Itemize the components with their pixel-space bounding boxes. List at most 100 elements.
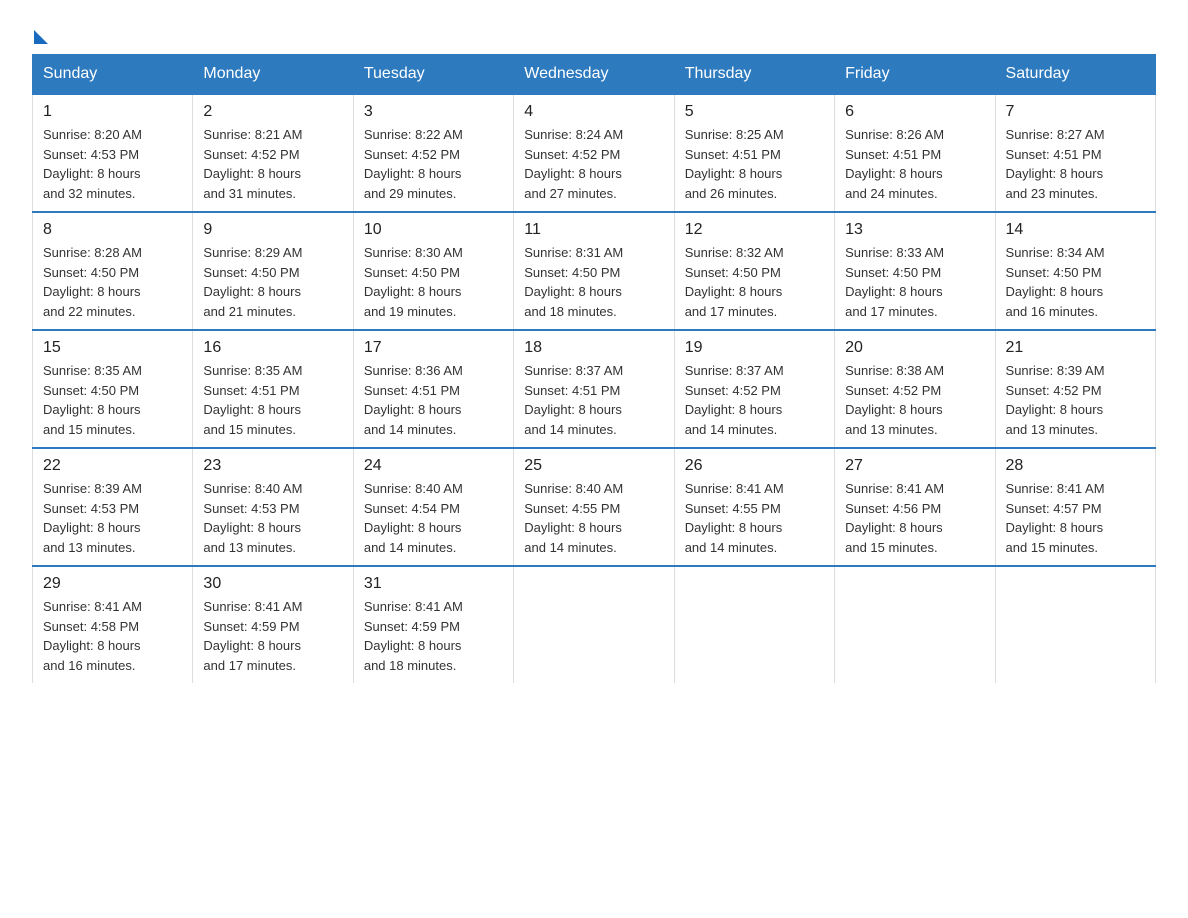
day-number: 5 xyxy=(685,103,824,121)
calendar-cell xyxy=(995,566,1155,683)
day-number: 29 xyxy=(43,575,182,593)
day-number: 24 xyxy=(364,457,503,475)
calendar-cell: 26 Sunrise: 8:41 AMSunset: 4:55 PMDayligh… xyxy=(674,448,834,566)
day-info: Sunrise: 8:20 AMSunset: 4:53 PMDaylight:… xyxy=(43,125,182,203)
calendar-cell: 18 Sunrise: 8:37 AMSunset: 4:51 PMDayligh… xyxy=(514,330,674,448)
day-info: Sunrise: 8:24 AMSunset: 4:52 PMDaylight:… xyxy=(524,125,663,203)
calendar-cell: 20 Sunrise: 8:38 AMSunset: 4:52 PMDayligh… xyxy=(835,330,995,448)
calendar-cell: 1 Sunrise: 8:20 AMSunset: 4:53 PMDaylight… xyxy=(33,94,193,212)
day-info: Sunrise: 8:39 AMSunset: 4:53 PMDaylight:… xyxy=(43,479,182,557)
day-number: 26 xyxy=(685,457,824,475)
day-number: 20 xyxy=(845,339,984,357)
day-number: 3 xyxy=(364,103,503,121)
day-info: Sunrise: 8:41 AMSunset: 4:57 PMDaylight:… xyxy=(1006,479,1145,557)
day-number: 14 xyxy=(1006,221,1145,239)
day-info: Sunrise: 8:36 AMSunset: 4:51 PMDaylight:… xyxy=(364,361,503,439)
day-info: Sunrise: 8:26 AMSunset: 4:51 PMDaylight:… xyxy=(845,125,984,203)
day-info: Sunrise: 8:31 AMSunset: 4:50 PMDaylight:… xyxy=(524,243,663,321)
day-number: 27 xyxy=(845,457,984,475)
day-info: Sunrise: 8:37 AMSunset: 4:51 PMDaylight:… xyxy=(524,361,663,439)
calendar-cell: 5 Sunrise: 8:25 AMSunset: 4:51 PMDaylight… xyxy=(674,94,834,212)
day-info: Sunrise: 8:41 AMSunset: 4:59 PMDaylight:… xyxy=(364,597,503,675)
day-info: Sunrise: 8:38 AMSunset: 4:52 PMDaylight:… xyxy=(845,361,984,439)
day-number: 16 xyxy=(203,339,342,357)
day-number: 13 xyxy=(845,221,984,239)
day-number: 25 xyxy=(524,457,663,475)
calendar-cell: 10 Sunrise: 8:30 AMSunset: 4:50 PMDayligh… xyxy=(353,212,513,330)
calendar-cell xyxy=(674,566,834,683)
day-number: 22 xyxy=(43,457,182,475)
day-number: 2 xyxy=(203,103,342,121)
day-number: 18 xyxy=(524,339,663,357)
calendar-cell: 27 Sunrise: 8:41 AMSunset: 4:56 PMDayligh… xyxy=(835,448,995,566)
calendar-cell xyxy=(514,566,674,683)
day-number: 8 xyxy=(43,221,182,239)
day-number: 1 xyxy=(43,103,182,121)
calendar-cell: 6Sunrise: 8:26 AMSunset: 4:51 PMDaylight… xyxy=(835,94,995,212)
day-info: Sunrise: 8:39 AMSunset: 4:52 PMDaylight:… xyxy=(1006,361,1145,439)
weekday-header-friday: Friday xyxy=(835,55,995,95)
logo-triangle-icon xyxy=(34,30,48,44)
day-info: Sunrise: 8:29 AMSunset: 4:50 PMDaylight:… xyxy=(203,243,342,321)
day-number: 31 xyxy=(364,575,503,593)
day-info: Sunrise: 8:41 AMSunset: 4:56 PMDaylight:… xyxy=(845,479,984,557)
calendar-cell: 23 Sunrise: 8:40 AMSunset: 4:53 PMDayligh… xyxy=(193,448,353,566)
calendar-week-row: 1 Sunrise: 8:20 AMSunset: 4:53 PMDaylight… xyxy=(33,94,1156,212)
calendar-table: SundayMondayTuesdayWednesdayThursdayFrid… xyxy=(32,54,1156,683)
page-header xyxy=(32,24,1156,44)
day-number: 21 xyxy=(1006,339,1145,357)
day-info: Sunrise: 8:41 AMSunset: 4:58 PMDaylight:… xyxy=(43,597,182,675)
day-info: Sunrise: 8:40 AMSunset: 4:54 PMDaylight:… xyxy=(364,479,503,557)
day-info: Sunrise: 8:40 AMSunset: 4:53 PMDaylight:… xyxy=(203,479,342,557)
calendar-cell: 22 Sunrise: 8:39 AMSunset: 4:53 PMDayligh… xyxy=(33,448,193,566)
day-info: Sunrise: 8:27 AMSunset: 4:51 PMDaylight:… xyxy=(1006,125,1145,203)
calendar-cell: 19 Sunrise: 8:37 AMSunset: 4:52 PMDayligh… xyxy=(674,330,834,448)
day-info: Sunrise: 8:35 AMSunset: 4:50 PMDaylight:… xyxy=(43,361,182,439)
day-info: Sunrise: 8:30 AMSunset: 4:50 PMDaylight:… xyxy=(364,243,503,321)
calendar-cell: 14 Sunrise: 8:34 AMSunset: 4:50 PMDayligh… xyxy=(995,212,1155,330)
day-number: 11 xyxy=(524,221,663,239)
day-number: 19 xyxy=(685,339,824,357)
day-info: Sunrise: 8:33 AMSunset: 4:50 PMDaylight:… xyxy=(845,243,984,321)
day-number: 17 xyxy=(364,339,503,357)
calendar-cell: 3 Sunrise: 8:22 AMSunset: 4:52 PMDaylight… xyxy=(353,94,513,212)
calendar-cell: 11 Sunrise: 8:31 AMSunset: 4:50 PMDayligh… xyxy=(514,212,674,330)
day-number: 9 xyxy=(203,221,342,239)
day-info: Sunrise: 8:22 AMSunset: 4:52 PMDaylight:… xyxy=(364,125,503,203)
calendar-cell: 8 Sunrise: 8:28 AMSunset: 4:50 PMDaylight… xyxy=(33,212,193,330)
calendar-cell xyxy=(835,566,995,683)
weekday-header-row: SundayMondayTuesdayWednesdayThursdayFrid… xyxy=(33,55,1156,95)
day-info: Sunrise: 8:41 AMSunset: 4:59 PMDaylight:… xyxy=(203,597,342,675)
day-info: Sunrise: 8:25 AMSunset: 4:51 PMDaylight:… xyxy=(685,125,824,203)
calendar-cell: 15 Sunrise: 8:35 AMSunset: 4:50 PMDayligh… xyxy=(33,330,193,448)
day-number: 15 xyxy=(43,339,182,357)
day-info: Sunrise: 8:41 AMSunset: 4:55 PMDaylight:… xyxy=(685,479,824,557)
weekday-header-sunday: Sunday xyxy=(33,55,193,95)
day-info: Sunrise: 8:35 AMSunset: 4:51 PMDaylight:… xyxy=(203,361,342,439)
day-number: 12 xyxy=(685,221,824,239)
day-info: Sunrise: 8:37 AMSunset: 4:52 PMDaylight:… xyxy=(685,361,824,439)
day-number: 28 xyxy=(1006,457,1145,475)
calendar-cell: 31 Sunrise: 8:41 AMSunset: 4:59 PMDayligh… xyxy=(353,566,513,683)
calendar-cell: 9 Sunrise: 8:29 AMSunset: 4:50 PMDaylight… xyxy=(193,212,353,330)
calendar-week-row: 22 Sunrise: 8:39 AMSunset: 4:53 PMDayligh… xyxy=(33,448,1156,566)
weekday-header-tuesday: Tuesday xyxy=(353,55,513,95)
day-number: 7 xyxy=(1006,103,1145,121)
day-info: Sunrise: 8:34 AMSunset: 4:50 PMDaylight:… xyxy=(1006,243,1145,321)
calendar-cell: 7 Sunrise: 8:27 AMSunset: 4:51 PMDaylight… xyxy=(995,94,1155,212)
day-number: 30 xyxy=(203,575,342,593)
day-number: 23 xyxy=(203,457,342,475)
calendar-cell: 17 Sunrise: 8:36 AMSunset: 4:51 PMDayligh… xyxy=(353,330,513,448)
calendar-cell: 16 Sunrise: 8:35 AMSunset: 4:51 PMDayligh… xyxy=(193,330,353,448)
calendar-week-row: 29 Sunrise: 8:41 AMSunset: 4:58 PMDayligh… xyxy=(33,566,1156,683)
calendar-week-row: 15 Sunrise: 8:35 AMSunset: 4:50 PMDayligh… xyxy=(33,330,1156,448)
weekday-header-saturday: Saturday xyxy=(995,55,1155,95)
day-info: Sunrise: 8:28 AMSunset: 4:50 PMDaylight:… xyxy=(43,243,182,321)
calendar-cell: 12 Sunrise: 8:32 AMSunset: 4:50 PMDayligh… xyxy=(674,212,834,330)
day-info: Sunrise: 8:32 AMSunset: 4:50 PMDaylight:… xyxy=(685,243,824,321)
calendar-cell: 28 Sunrise: 8:41 AMSunset: 4:57 PMDayligh… xyxy=(995,448,1155,566)
day-number: 10 xyxy=(364,221,503,239)
day-number: 4 xyxy=(524,103,663,121)
calendar-week-row: 8 Sunrise: 8:28 AMSunset: 4:50 PMDaylight… xyxy=(33,212,1156,330)
day-info: Sunrise: 8:40 AMSunset: 4:55 PMDaylight:… xyxy=(524,479,663,557)
